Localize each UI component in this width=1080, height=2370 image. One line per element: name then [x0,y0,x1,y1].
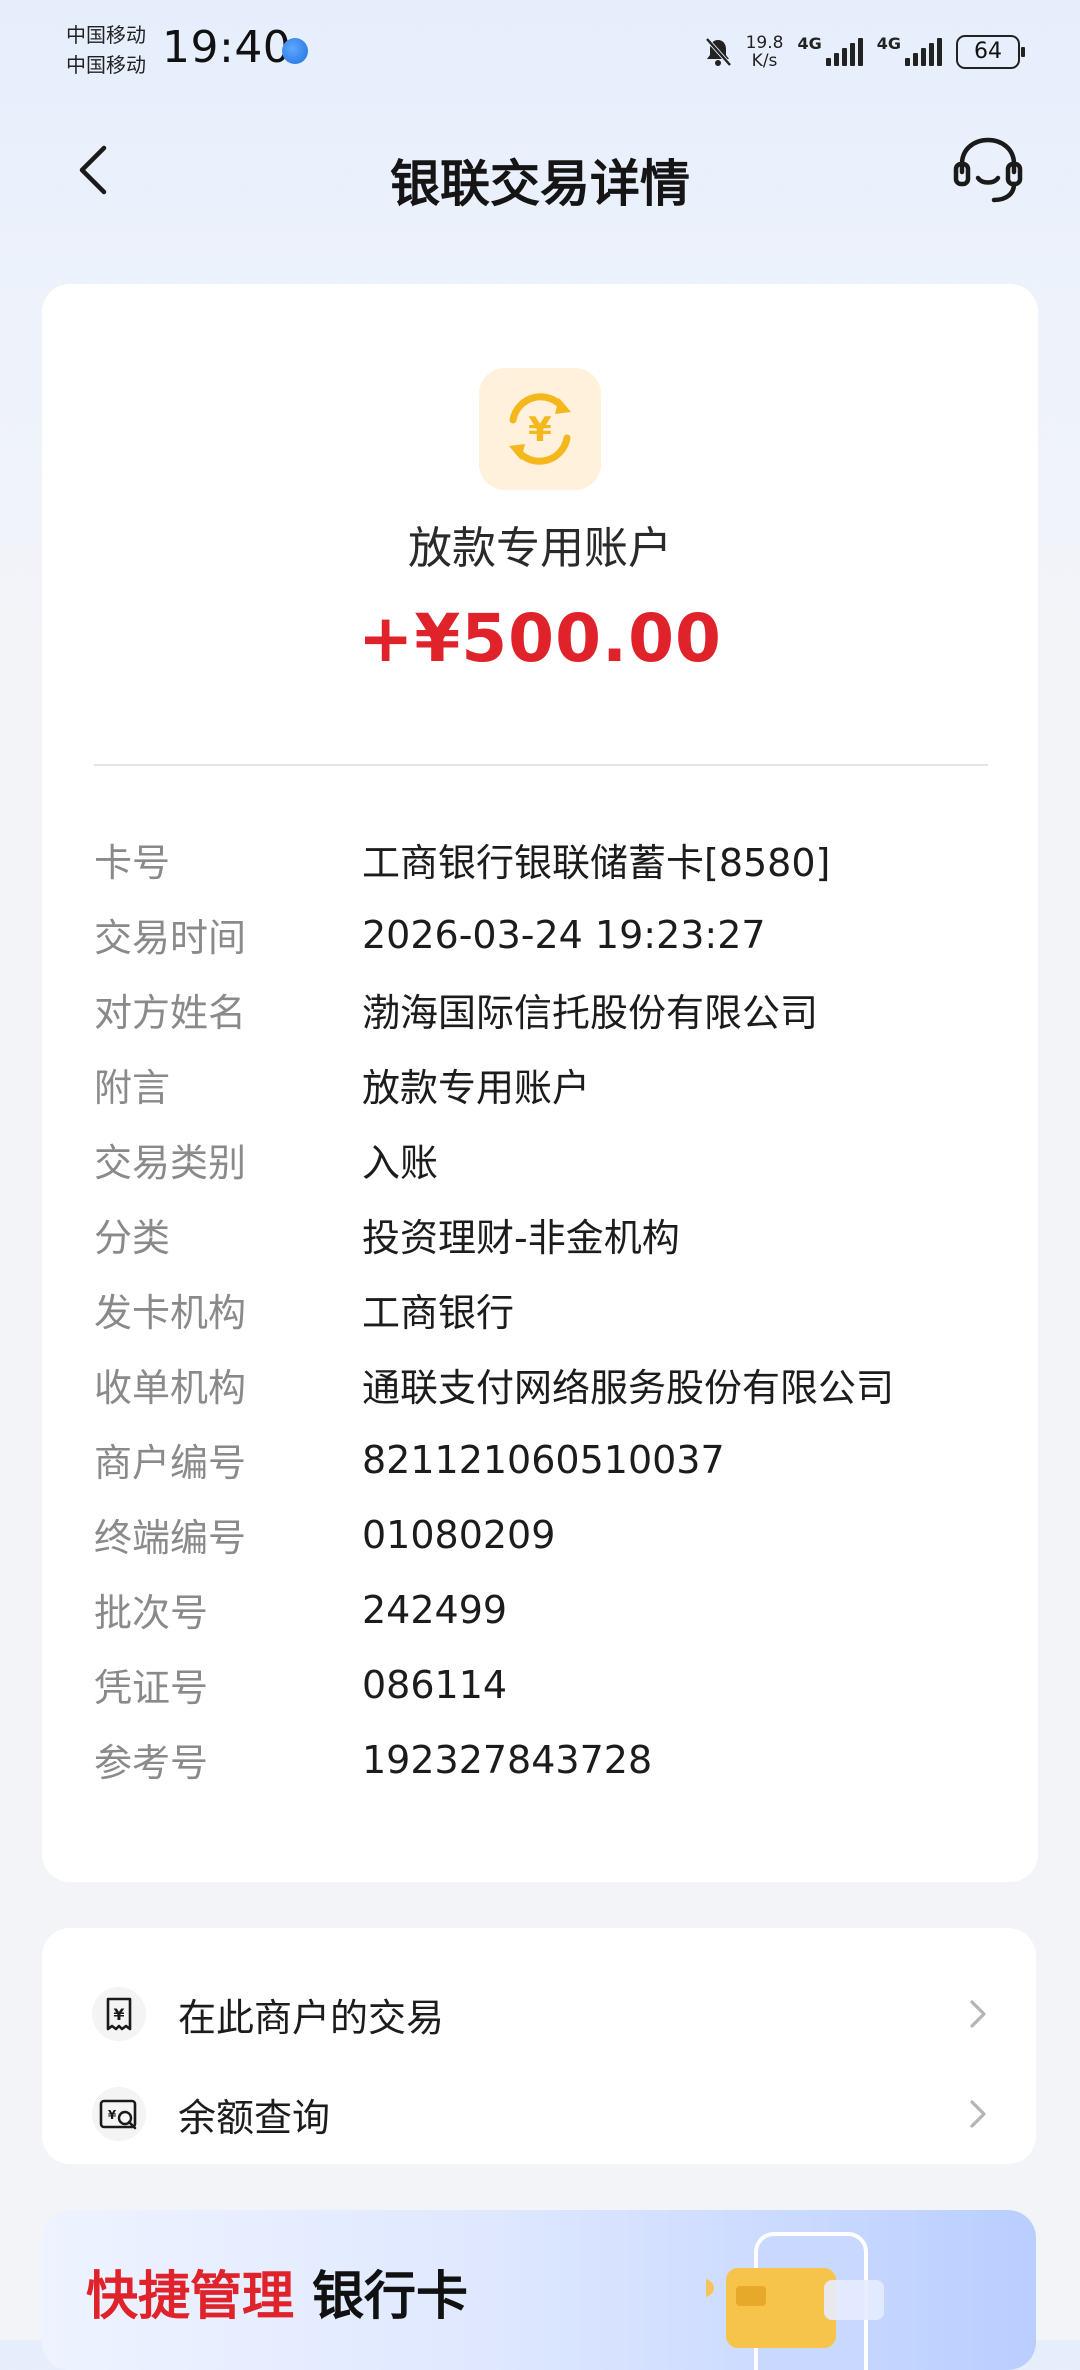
detail-value: 渤海国际信托股份有限公司 [362,991,819,1035]
banner-text: 银行卡 [312,2267,469,2327]
detail-row: 对方姓名 渤海国际信托股份有限公司 [94,972,994,1047]
detail-label: 批次号 [94,1591,209,1635]
detail-label: 发卡机构 [94,1291,247,1335]
detail-row: 发卡机构 工商银行 [94,1272,994,1347]
detail-value: 工商银行银联储蓄卡[8580] [362,841,831,885]
receipt-yuan-icon: ¥ [92,1987,146,2041]
transaction-card: ¥ 放款专用账户 +¥500.00 卡号 工商银行银联储蓄卡[8580] 交易时间 2… [42,284,1038,1882]
detail-value: 通联支付网络服务股份有限公司 [362,1366,895,1410]
detail-label: 对方姓名 [94,991,247,1035]
status-icons: 19.8 K/s 4G 4G 64 [704,30,1025,74]
detail-row: 交易类别 入账 [94,1122,994,1197]
headset-icon [953,137,1023,203]
carrier-labels: 中国移动 中国移动 [66,20,146,80]
yuan-exchange-icon: ¥ [479,368,601,490]
detail-value: 放款专用账户 [362,1066,591,1110]
detail-label: 交易类别 [94,1141,247,1185]
mute-bell-icon [705,37,732,67]
page-header: 银联交易详情 [0,120,1080,220]
detail-row: 凭证号 086114 [94,1647,994,1722]
svg-text:¥: ¥ [108,2108,117,2122]
browser-notification-icon [282,38,308,64]
detail-label: 交易时间 [94,916,247,960]
status-bar: 中国移动 中国移动 19:40 19.8 K/s 4G 4G 64 [0,0,1080,110]
detail-row: 收单机构 通联支付网络服务股份有限公司 [94,1347,994,1422]
card-management-banner[interactable]: 快捷管理 银行卡 [42,2210,1036,2370]
detail-label: 分类 [94,1216,171,1260]
detail-label: 终端编号 [94,1516,247,1560]
clock: 19:40 [162,22,292,73]
detail-label: 参考号 [94,1741,209,1785]
detail-row: 终端编号 01080209 [94,1497,994,1572]
carrier-1: 中国移动 [66,23,146,47]
carrier-2: 中国移动 [66,53,146,77]
detail-label: 收单机构 [94,1366,247,1410]
detail-value: 工商银行 [362,1291,515,1335]
banner-highlight: 快捷管理 [86,2267,295,2327]
detail-list: 卡号 工商银行银联储蓄卡[8580] 交易时间 2026-03-24 19:23:27… [94,822,994,1797]
detail-value: 入账 [362,1141,439,1185]
net-speed-unit: K/s [751,51,778,71]
detail-row: 分类 投资理财-非金机构 [94,1197,994,1272]
net-speed-value: 19.8 [745,33,784,53]
detail-row: 参考号 192327843728 [94,1722,994,1797]
divider [94,764,988,766]
detail-row: 商户编号 821121060510037 [94,1422,994,1497]
counterparty-name: 放款专用账户 [408,523,672,574]
svg-text:¥: ¥ [528,410,552,450]
page-title: 银联交易详情 [390,155,690,213]
detail-value: 242499 [362,1587,508,1632]
detail-row: 附言 放款专用账户 [94,1047,994,1122]
detail-value: 01080209 [362,1512,556,1557]
chevron-right-icon [970,2000,986,2028]
detail-value: 192327843728 [362,1737,653,1782]
chevron-right-icon [970,2100,986,2128]
merchant-transactions-label: 在此商户的交易 [178,1995,445,2040]
banner-title: 快捷管理 银行卡 [86,2254,468,2329]
detail-label: 商户编号 [94,1441,247,1485]
merchant-transactions-link[interactable]: ¥ 在此商户的交易 [42,1964,1036,2064]
balance-query-link[interactable]: ¥ 余额查询 [42,2064,1036,2164]
actions-card: ¥ 在此商户的交易 ¥ 余额查询 [42,1928,1036,2164]
detail-row: 批次号 242499 [94,1572,994,1647]
balance-search-icon: ¥ [92,2087,146,2141]
transaction-amount: +¥500.00 [358,600,722,677]
battery-indicator: 64 [956,35,1025,69]
detail-row: 卡号 工商银行银联储蓄卡[8580] [94,822,994,897]
signal-1-icon [825,38,863,66]
detail-label: 附言 [94,1066,171,1110]
network-type-1: 4G [797,33,822,53]
network-type-2: 4G [876,33,901,53]
phone-card-illustration-icon [706,2232,884,2370]
signal-2-icon [905,38,942,66]
detail-value: 2026-03-24 19:23:27 [362,912,766,957]
net-speed: 19.8 K/s [746,34,784,70]
detail-row: 交易时间 2026-03-24 19:23:27 [94,897,994,972]
detail-value: 投资理财-非金机构 [362,1216,680,1260]
detail-label: 凭证号 [94,1666,209,1710]
svg-text:¥: ¥ [113,2005,124,2024]
detail-value: 821121060510037 [362,1437,725,1482]
balance-query-label: 余额查询 [178,2095,331,2140]
detail-label: 卡号 [94,841,171,885]
customer-service-button[interactable] [948,134,1028,206]
detail-value: 086114 [362,1662,508,1707]
